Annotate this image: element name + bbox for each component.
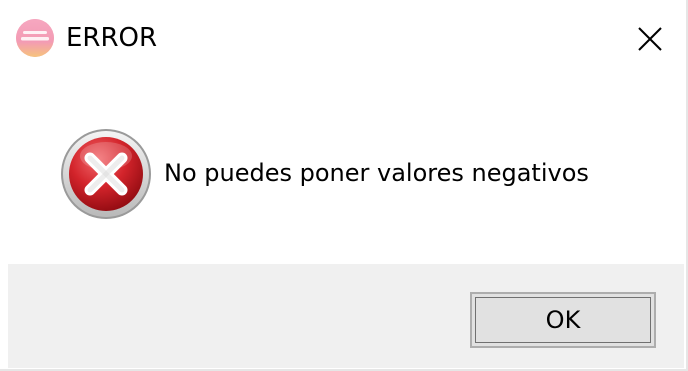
- close-button[interactable]: [620, 14, 680, 64]
- ok-button[interactable]: OK: [470, 292, 656, 348]
- error-message: No puedes poner valores negativos: [164, 159, 589, 187]
- dialog-content: No puedes poner valores negativos: [0, 80, 686, 264]
- button-bar: OK: [8, 264, 684, 368]
- app-logo-icon: [16, 19, 54, 57]
- title-bar[interactable]: ERROR: [0, 0, 686, 80]
- error-dialog: ERROR No puedes poner valores negativos …: [0, 0, 688, 371]
- error-icon: [58, 126, 154, 222]
- close-icon: [638, 27, 662, 51]
- window-title: ERROR: [66, 23, 158, 53]
